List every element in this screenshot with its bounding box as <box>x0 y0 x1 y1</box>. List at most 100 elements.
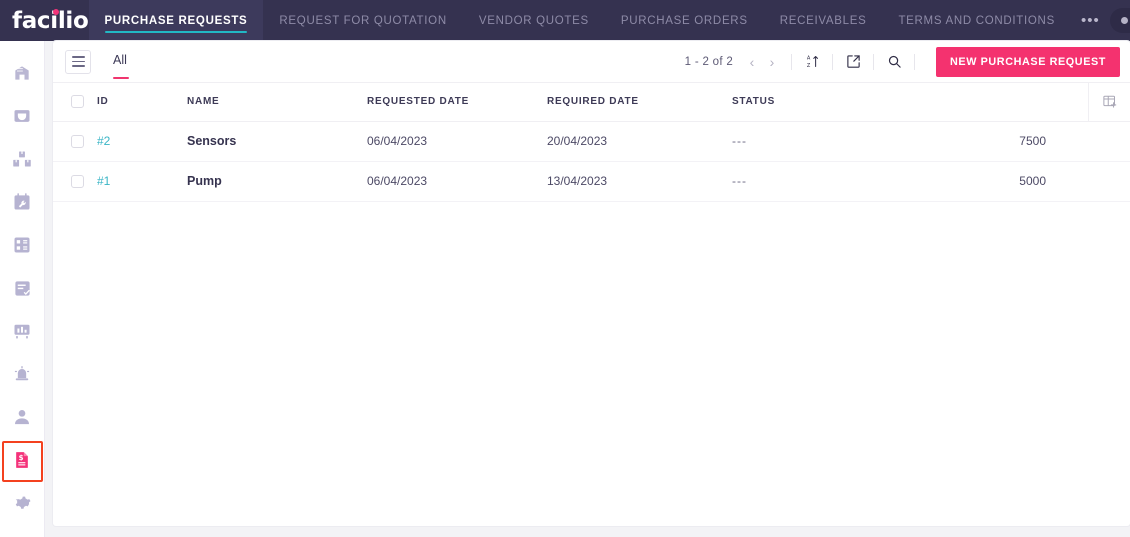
tab-vendor-quotes-label: VENDOR QUOTES <box>478 14 589 27</box>
buildings-icon <box>15 65 29 80</box>
sidebar-item-qrcode[interactable] <box>0 223 45 266</box>
left-sidebar: $ <box>0 41 45 537</box>
new-purchase-request-button[interactable]: NEW PURCHASE REQUEST <box>936 46 1120 77</box>
invoice-document-icon: $ <box>16 452 28 469</box>
svg-text:$: $ <box>19 453 24 462</box>
row-checkbox[interactable] <box>71 174 84 188</box>
new-purchase-request-label: NEW PURCHASE REQUEST <box>950 55 1106 68</box>
scope-selector[interactable]: All ▾ <box>1109 8 1130 33</box>
logo-text: facilio <box>12 7 89 34</box>
sidebar-item-checklist[interactable] <box>0 266 45 309</box>
row-status-cell: --- <box>732 121 962 162</box>
row-status-value: --- <box>732 134 747 148</box>
tab-vendor-quotes[interactable]: VENDOR QUOTES <box>463 0 605 41</box>
add-column-button[interactable] <box>1089 94 1130 109</box>
calendar-wrench-icon <box>14 193 30 210</box>
header-amount <box>962 83 1088 122</box>
row-amount-cell: 5000 <box>962 161 1088 202</box>
row-name-value: Sensors <box>187 134 237 148</box>
table-row[interactable]: #2 Sensors 06/04/2023 20/04/2023 --- 750… <box>53 121 1130 162</box>
row-name-cell: Sensors <box>187 121 367 162</box>
top-nav-tabs: PURCHASE REQUESTS REQUEST FOR QUOTATION … <box>88 0 1110 41</box>
row-amount-cell: 7500 <box>962 121 1088 162</box>
sidebar-item-procurement[interactable]: $ <box>0 439 45 482</box>
row-status-value: --- <box>732 174 747 188</box>
tab-purchase-orders-label: PURCHASE ORDERS <box>620 14 748 27</box>
tab-request-for-quotation-label: REQUEST FOR QUOTATION <box>279 14 447 27</box>
purchase-requests-card: All 1 - 2 of 2 ‹ › A Z NEW PURCHASE REQU… <box>53 41 1130 526</box>
toolbar-divider-2 <box>832 53 834 70</box>
qr-code-icon <box>14 237 30 253</box>
alarm-bell-icon <box>14 366 30 381</box>
person-icon <box>15 410 29 425</box>
tab-terms-and-conditions-label: TERMS AND CONDITIONS <box>898 14 1055 27</box>
row-amount-value: 7500 <box>1019 134 1046 148</box>
sidebar-item-inventory[interactable] <box>0 137 45 180</box>
sort-az-icon: A Z <box>806 56 818 69</box>
tab-purchase-requests[interactable]: PURCHASE REQUESTS <box>88 0 264 41</box>
export-button[interactable] <box>842 51 864 73</box>
row-id-link[interactable]: #2 <box>97 134 110 148</box>
row-id-cell: #1 <box>97 161 187 202</box>
facilio-logo[interactable]: facilio <box>0 0 89 41</box>
toolbar-divider-3 <box>873 53 875 70</box>
table-header-row: ID NAME REQUESTED DATE REQUIRED DATE STA… <box>53 83 1130 122</box>
toolbar-actions: 1 - 2 of 2 ‹ › A Z NEW PURCHASE REQUEST <box>685 46 1120 77</box>
row-id-link[interactable]: #1 <box>97 174 110 188</box>
search-icon <box>888 55 901 68</box>
table-row[interactable]: #1 Pump 06/04/2023 13/04/2023 --- 5000 <box>53 161 1130 202</box>
select-all-checkbox[interactable] <box>71 95 84 109</box>
row-checkbox[interactable] <box>71 134 84 148</box>
row-required-date-cell: 13/04/2023 <box>547 161 732 202</box>
tab-terms-and-conditions[interactable]: TERMS AND CONDITIONS <box>882 0 1070 41</box>
row-spacer-cell <box>1088 121 1130 162</box>
sidebar-item-maintenance[interactable] <box>0 180 45 223</box>
chevron-right-icon: › <box>769 53 775 70</box>
more-tabs-icon[interactable]: ••• <box>1071 0 1110 41</box>
header-requested-date[interactable]: REQUESTED DATE <box>367 83 547 122</box>
sidebar-item-analytics[interactable] <box>0 310 45 353</box>
inbox-icon <box>14 109 30 122</box>
tab-purchase-orders[interactable]: PURCHASE ORDERS <box>605 0 764 41</box>
header-column-config <box>1087 83 1130 122</box>
search-button[interactable] <box>883 51 905 73</box>
row-id-cell: #2 <box>97 121 187 162</box>
boxes-icon <box>13 151 31 167</box>
header-required-date[interactable]: REQUIRED DATE <box>547 83 732 122</box>
view-tab-all-label: All <box>113 53 127 67</box>
row-amount-value: 5000 <box>1019 174 1046 188</box>
list-toolbar: All 1 - 2 of 2 ‹ › A Z NEW PURCHASE REQU… <box>53 41 1130 83</box>
row-select-cell <box>53 121 97 162</box>
toolbar-divider-4 <box>914 53 916 70</box>
sidebar-item-inbox[interactable] <box>0 94 45 137</box>
sidebar-item-buildings[interactable] <box>0 51 45 94</box>
hamburger-icon[interactable] <box>65 49 91 74</box>
row-select-cell <box>53 161 97 202</box>
tab-receivables[interactable]: RECEIVABLES <box>764 0 883 41</box>
main-content: All 1 - 2 of 2 ‹ › A Z NEW PURCHASE REQU… <box>45 41 1130 537</box>
previous-page-button[interactable]: ‹ <box>742 51 762 73</box>
add-column-icon <box>1103 95 1117 108</box>
header-select-all <box>53 83 97 122</box>
sidebar-item-settings[interactable] <box>0 482 45 525</box>
view-tab-all[interactable]: All <box>113 53 129 79</box>
sidebar-item-alarms[interactable] <box>0 353 45 396</box>
header-name[interactable]: NAME <box>187 83 367 122</box>
tab-purchase-requests-label: PURCHASE REQUESTS <box>104 14 248 27</box>
bar-chart-icon <box>14 324 30 339</box>
header-id[interactable]: ID <box>97 83 187 122</box>
tab-request-for-quotation[interactable]: REQUEST FOR QUOTATION <box>263 0 462 41</box>
row-requested-date-cell: 06/04/2023 <box>367 121 547 162</box>
sidebar-item-people[interactable] <box>0 396 45 439</box>
next-page-button[interactable]: › <box>762 51 782 73</box>
export-icon <box>846 55 860 68</box>
top-navigation-bar: facilio PURCHASE REQUESTS REQUEST FOR QU… <box>0 0 1130 41</box>
sort-button[interactable]: A Z <box>801 51 823 73</box>
row-name-value: Pump <box>187 174 222 188</box>
header-status[interactable]: STATUS <box>732 83 962 122</box>
row-spacer-cell <box>1088 161 1130 202</box>
gear-icon <box>15 496 30 509</box>
more-tabs-label: ••• <box>1080 12 1100 29</box>
svg-text:Z: Z <box>806 63 810 69</box>
svg-text:A: A <box>806 56 810 62</box>
